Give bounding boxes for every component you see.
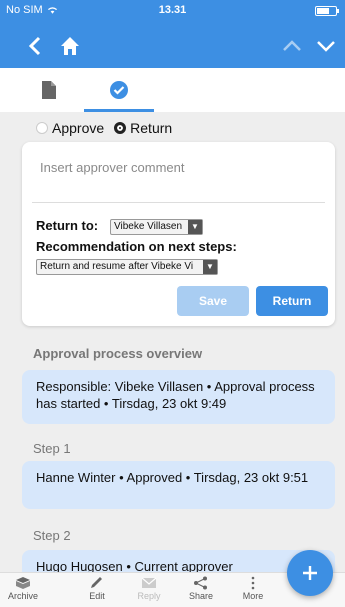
archive-label: Archive	[7, 591, 38, 601]
step-1-entry: Hanne Winter • Approved • Tirsdag, 23 ok…	[22, 461, 335, 509]
recommendation-select[interactable]: Return and resume after Vibeke Vi ▼	[36, 259, 218, 275]
return-form-card: Insert approver comment Return to: Vibek…	[22, 142, 335, 326]
archive-button[interactable]: Archive	[0, 573, 48, 601]
tab-approval[interactable]	[84, 68, 154, 112]
chevron-down-icon: ▼	[203, 260, 217, 274]
recommendation-label: Recommendation on next steps:	[36, 239, 237, 254]
return-to-value: Vibeke Villasen	[114, 221, 183, 232]
overview-intro-entry: Responsible: Vibeke Villasen • Approval …	[22, 370, 335, 424]
return-button[interactable]: Return	[256, 286, 328, 316]
home-icon[interactable]	[58, 34, 82, 58]
pencil-icon	[91, 577, 102, 588]
step-1-title: Step 1	[33, 441, 71, 456]
tab-bar	[0, 68, 345, 112]
archive-icon	[16, 577, 30, 589]
edit-button[interactable]: Edit	[72, 573, 122, 601]
more-vertical-icon	[251, 576, 255, 590]
chevron-down-icon[interactable]	[314, 34, 338, 58]
mail-icon	[141, 577, 157, 588]
decision-radio-group: Approve Return	[36, 120, 172, 136]
share-button[interactable]: Share	[176, 573, 226, 601]
status-bar: No SIM 13.31	[0, 0, 345, 22]
tab-document[interactable]	[14, 68, 84, 112]
approver-comment-input[interactable]: Insert approver comment	[40, 160, 185, 175]
share-icon	[194, 576, 207, 590]
reply-label: Reply	[137, 591, 161, 601]
status-time: 13.31	[158, 4, 187, 16]
add-button[interactable]	[287, 550, 333, 596]
save-button[interactable]: Save	[177, 286, 249, 316]
chevron-down-icon: ▼	[188, 220, 202, 234]
chevron-left-icon[interactable]	[24, 34, 48, 58]
more-button[interactable]: More	[228, 573, 278, 601]
edit-label: Edit	[89, 591, 105, 601]
nav-bar	[0, 32, 345, 62]
return-to-select[interactable]: Vibeke Villasen ▼	[110, 219, 203, 235]
plus-icon	[303, 566, 317, 580]
divider	[32, 202, 325, 203]
top-bar: No SIM 13.31	[0, 0, 345, 68]
document-icon	[42, 81, 56, 99]
check-circle-icon	[110, 81, 128, 99]
return-radio-label: Return	[130, 120, 173, 136]
approve-radio[interactable]	[36, 122, 48, 134]
battery-icon	[315, 6, 339, 16]
more-label: More	[242, 591, 264, 601]
recommendation-value: Return and resume after Vibeke Vi	[40, 261, 194, 272]
return-to-label: Return to:	[36, 218, 98, 233]
step-2-title: Step 2	[33, 528, 71, 543]
overview-title: Approval process overview	[33, 346, 203, 361]
chevron-up-icon[interactable]	[280, 34, 304, 58]
return-radio[interactable]	[114, 122, 127, 134]
approve-radio-label: Approve	[52, 120, 105, 136]
share-label: Share	[188, 591, 214, 601]
reply-button[interactable]: Reply	[124, 573, 174, 601]
return-to-label-text: Return to:	[36, 218, 99, 233]
